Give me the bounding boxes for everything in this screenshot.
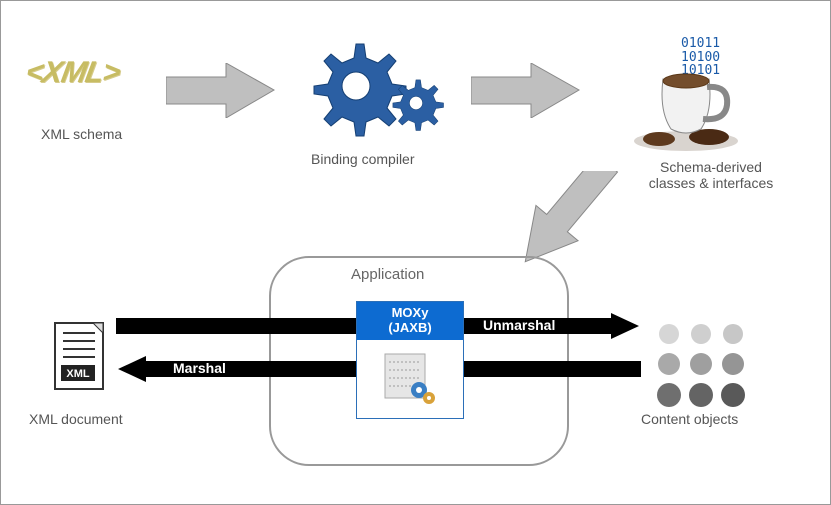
derived-label-line2: classes & interfaces (649, 175, 774, 191)
marshal-label: Marshal (173, 360, 226, 376)
moxy-title: MOXy (392, 305, 429, 320)
application-label: Application (351, 266, 424, 283)
unmarshal-label: Unmarshal (483, 317, 555, 333)
moxy-icon (379, 348, 441, 410)
derived-classes-label: Schema-derived classes & interfaces (631, 159, 791, 191)
xml-schema-label: XML schema (41, 126, 122, 142)
gears-icon (301, 31, 451, 151)
moxy-box: MOXy (JAXB) (356, 301, 464, 419)
moxy-body (357, 340, 463, 418)
xml-schema-logo: <XML> (23, 56, 122, 90)
arrow-schema-to-compiler (166, 63, 276, 118)
arrow-compiler-to-derived (471, 63, 581, 118)
moxy-subtitle: (JAXB) (388, 320, 431, 335)
xml-document-label: XML document (29, 411, 123, 427)
content-objects-label: Content objects (641, 411, 738, 427)
coffee-cup-icon (631, 71, 741, 156)
content-objects-icon (651, 319, 761, 409)
xml-doc-badge-text: XML (66, 368, 90, 380)
xml-document-icon: XML (51, 321, 111, 401)
derived-label-line1: Schema-derived (660, 159, 762, 175)
moxy-header: MOXy (JAXB) (357, 302, 463, 340)
binary-line-1: 01011 (681, 37, 720, 51)
binary-line-2: 10100 (681, 51, 720, 65)
diagram-canvas: <XML> XML schema Binding compiler 01011 … (1, 1, 830, 504)
binding-compiler-label: Binding compiler (311, 151, 415, 167)
